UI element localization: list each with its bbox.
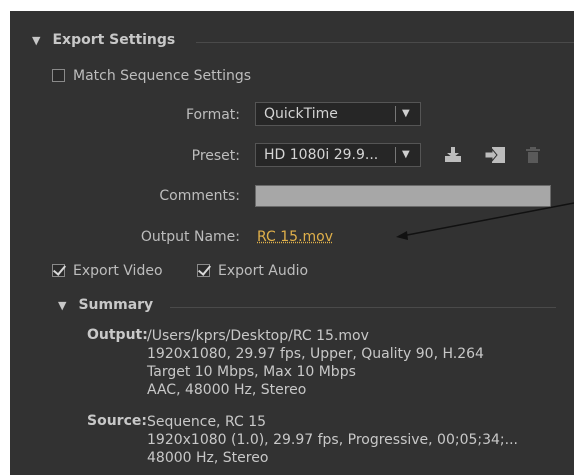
annotation-arrow	[396, 202, 574, 240]
